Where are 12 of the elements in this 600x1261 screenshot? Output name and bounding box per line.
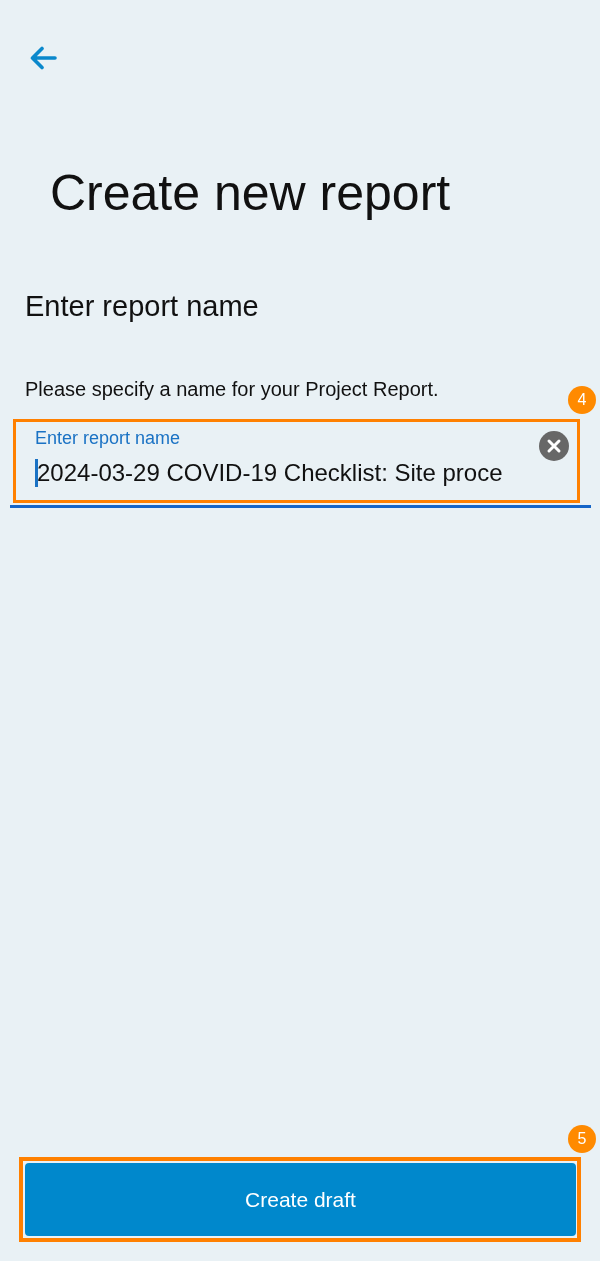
text-cursor [35,459,38,487]
step-badge: 4 [568,386,596,414]
step-badge: 5 [568,1125,596,1153]
back-icon[interactable] [30,46,57,70]
text-field[interactable]: Enter report name 2024-03-29 COVID-19 Checklist: Site proce [10,417,591,508]
description-text: Please specify a name for your Project Report. [25,377,439,402]
create-draft-button[interactable]: Create draft [25,1163,576,1236]
clear-icon[interactable] [539,430,569,461]
section-heading: Enter report name [25,289,259,324]
field-value: 2024-03-29 COVID-19 Checklist: Site proce [37,458,503,488]
floating-label: Enter report name [35,427,181,449]
page-title: Create new report [50,164,451,223]
